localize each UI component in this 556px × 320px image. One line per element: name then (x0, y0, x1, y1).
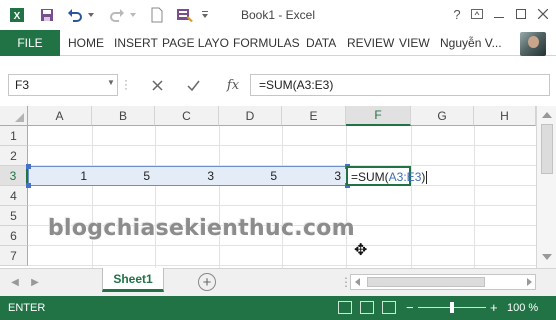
formula-input[interactable]: =SUM(A3:E3) (250, 74, 550, 96)
status-mode: ENTER (8, 302, 46, 314)
column-header-a[interactable]: A (28, 106, 92, 126)
tab-page-layout[interactable]: PAGE LAYO (162, 30, 229, 56)
cell-d3[interactable]: 5 (219, 166, 282, 186)
maximize-icon[interactable] (510, 4, 532, 24)
column-header-d[interactable]: D (219, 106, 282, 126)
name-box-dropdown-icon[interactable]: ▼ (107, 78, 115, 87)
vertical-scroll-thumb[interactable] (541, 124, 553, 174)
status-bar: ENTER − + 100 % (0, 296, 556, 320)
horizontal-scrollbar[interactable] (350, 274, 536, 290)
scroll-left-icon[interactable] (355, 278, 360, 286)
cell-a3[interactable]: 1 (28, 166, 92, 186)
minimize-icon[interactable] (488, 4, 510, 24)
sheet-nav-next-icon[interactable]: ▶ (30, 277, 40, 289)
ribbon-tab-bar: FILE HOME INSERT PAGE LAYO FORMULAS DATA… (0, 30, 556, 56)
row-header-4[interactable]: 4 (0, 186, 28, 206)
tab-home[interactable]: HOME (68, 30, 104, 56)
add-sheet-icon[interactable]: + (198, 273, 216, 291)
watermark: blogchiasekienthuc.com (48, 216, 355, 241)
normal-view-icon[interactable] (338, 301, 352, 314)
cell-f3-range-reference: A3:E3 (388, 170, 422, 184)
column-header-g[interactable]: G (411, 106, 474, 126)
horizontal-scroll-thumb[interactable] (367, 277, 485, 287)
cancel-icon[interactable] (144, 74, 170, 96)
zoom-in-icon[interactable]: + (490, 300, 498, 315)
formula-bar-area: F3 ▼ · · · fx =SUM(A3:E3) (0, 56, 556, 106)
zoom-out-icon[interactable]: − (406, 300, 414, 315)
text-caret (426, 171, 428, 185)
page-break-view-icon[interactable] (382, 301, 396, 314)
column-header-c[interactable]: C (155, 106, 219, 126)
tab-file[interactable]: FILE (0, 30, 60, 56)
cell-f3-active[interactable]: =SUM(A3:E3) (346, 166, 428, 186)
row-header-5[interactable]: 5 (0, 206, 28, 226)
cell-f3-formula-suffix: ) (421, 170, 426, 184)
column-header-b[interactable]: B (92, 106, 155, 126)
row-header-3[interactable]: 3 (0, 166, 28, 186)
formula-bar-resize-handle[interactable]: · · · (124, 74, 128, 94)
row-header-7[interactable]: 7 (0, 246, 28, 266)
column-header-e[interactable]: E (282, 106, 346, 126)
row-header-6[interactable]: 6 (0, 226, 28, 246)
cell-e3[interactable]: 3 (282, 166, 346, 186)
zoom-slider-knob[interactable] (450, 302, 454, 313)
sheet-tab-bar: ◀ ▶ Sheet1 + ⋮ (0, 268, 556, 296)
sheet-nav-prev-icon[interactable]: ◀ (10, 277, 20, 289)
worksheet-grid[interactable]: A B C D E F G H 1 2 3 4 5 6 7 1 5 3 5 3 … (0, 106, 556, 268)
name-box[interactable]: F3 (8, 74, 118, 96)
tab-data[interactable]: DATA (306, 30, 336, 56)
cell-c3[interactable]: 3 (155, 166, 219, 186)
insert-function-icon[interactable]: fx (220, 74, 246, 96)
enter-icon[interactable] (180, 74, 206, 96)
zoom-level[interactable]: 100 % (507, 302, 538, 314)
tab-formulas[interactable]: FORMULAS (233, 30, 300, 56)
row-header-2[interactable]: 2 (0, 146, 28, 166)
cross-cursor-icon: ✥ (354, 240, 368, 259)
column-header-h[interactable]: H (474, 106, 536, 126)
user-name[interactable]: Nguyễn V... (440, 30, 502, 56)
cell-f3-formula-prefix: =SUM( (351, 170, 389, 184)
vertical-scrollbar[interactable] (536, 106, 556, 268)
close-icon[interactable] (532, 4, 554, 24)
avatar[interactable] (520, 32, 546, 56)
cell-b3[interactable]: 5 (92, 166, 155, 186)
column-header-f[interactable]: F (346, 106, 411, 126)
tab-view[interactable]: VIEW (399, 30, 430, 56)
tab-insert[interactable]: INSERT (114, 30, 158, 56)
sheet-tab-sheet1[interactable]: Sheet1 (102, 268, 164, 292)
help-icon[interactable]: ? (446, 4, 468, 24)
page-layout-view-icon[interactable] (360, 301, 374, 314)
scroll-up-icon[interactable] (542, 112, 552, 118)
tab-review[interactable]: REVIEW (347, 30, 394, 56)
scroll-down-icon[interactable] (542, 254, 552, 260)
select-all-corner[interactable] (0, 106, 28, 126)
row-header-1[interactable]: 1 (0, 126, 28, 146)
scroll-right-icon[interactable] (527, 278, 532, 286)
title-bar: X Book1 - Excel ? (0, 0, 556, 30)
gridlines (28, 126, 536, 268)
ribbon-display-icon[interactable] (466, 4, 488, 24)
